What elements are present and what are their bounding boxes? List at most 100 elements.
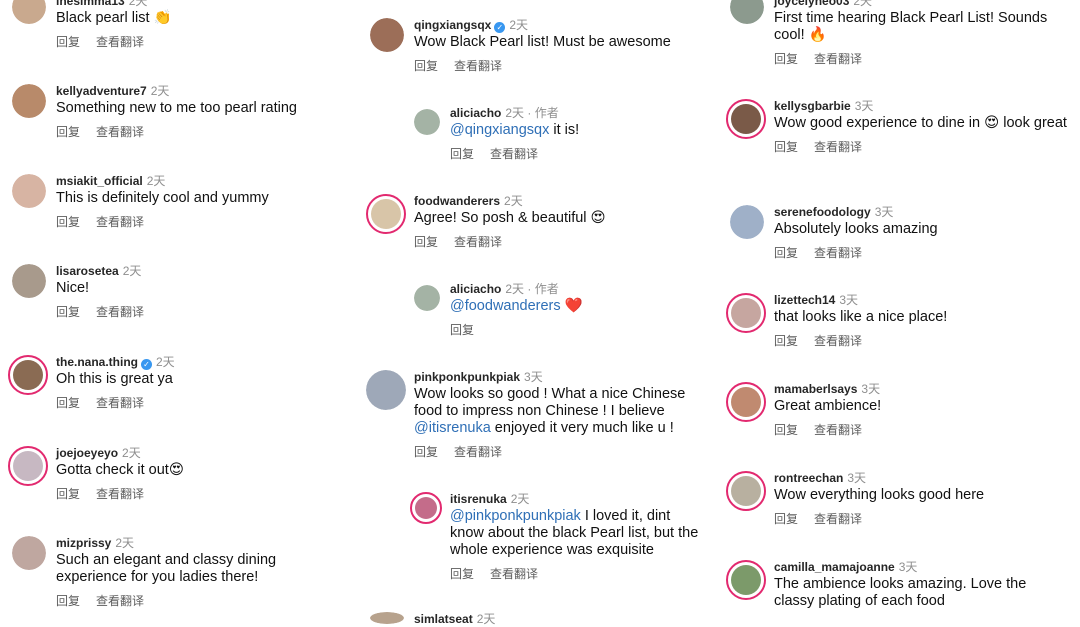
reply-button[interactable]: 回复 <box>774 334 798 348</box>
reply-button[interactable]: 回复 <box>414 235 438 249</box>
reply-button[interactable]: 回复 <box>450 147 474 161</box>
translate-button[interactable]: 查看翻译 <box>96 35 144 49</box>
username[interactable]: msiakit_official <box>56 174 143 188</box>
username[interactable]: aliciacho <box>450 106 501 120</box>
avatar[interactable] <box>726 560 766 600</box>
translate-button[interactable]: 查看翻译 <box>96 594 144 608</box>
reply-button[interactable]: 回复 <box>56 215 80 229</box>
avatar[interactable] <box>414 109 440 135</box>
username[interactable]: serenefoodology <box>774 205 871 219</box>
username[interactable]: lizettech14 <box>774 293 835 307</box>
translate-button[interactable]: 查看翻译 <box>490 147 538 161</box>
translate-button[interactable]: 查看翻译 <box>454 235 502 249</box>
comment-text: Nice! <box>56 280 90 296</box>
reply-button[interactable]: 回复 <box>450 323 474 337</box>
timestamp: 2天 <box>128 0 148 8</box>
reply-button[interactable]: 回复 <box>56 125 80 139</box>
username[interactable]: the.nana.thing <box>56 355 138 369</box>
avatar[interactable] <box>730 205 764 239</box>
translate-button[interactable]: 查看翻译 <box>96 396 144 410</box>
username[interactable]: joycelyneo03 <box>774 0 849 8</box>
reply-button[interactable]: 回复 <box>774 140 798 154</box>
avatar[interactable] <box>726 382 766 422</box>
timestamp: 2天 <box>122 446 141 460</box>
username[interactable]: pinkponkpunkpiak <box>414 370 520 384</box>
comment-text-part1: Wow looks so good ! What a nice Chinese … <box>414 386 686 419</box>
reply-button[interactable]: 回复 <box>450 567 474 581</box>
username[interactable]: rontreechan <box>774 471 843 485</box>
avatar[interactable] <box>410 492 442 524</box>
avatar-photo <box>371 199 401 229</box>
translate-button[interactable]: 查看翻译 <box>490 567 538 581</box>
username[interactable]: itisrenuka <box>450 492 507 506</box>
translate-button[interactable]: 查看翻译 <box>96 487 144 501</box>
avatar[interactable] <box>12 536 46 570</box>
avatar[interactable] <box>8 446 48 486</box>
translate-button[interactable]: 查看翻译 <box>814 140 862 154</box>
avatar[interactable] <box>12 84 46 118</box>
reply-button[interactable]: 回复 <box>774 52 798 66</box>
avatar[interactable] <box>726 293 766 333</box>
avatar-photo <box>13 360 43 390</box>
translate-button[interactable]: 查看翻译 <box>96 305 144 319</box>
username[interactable]: joejoeyeyo <box>56 446 118 460</box>
reply-button[interactable]: 回复 <box>774 512 798 526</box>
comment-text: Great ambience! <box>774 398 882 414</box>
timestamp: 3天 <box>524 370 543 384</box>
reply-button[interactable]: 回复 <box>56 594 80 608</box>
avatar-photo <box>415 497 437 519</box>
translate-button[interactable]: 查看翻译 <box>814 334 862 348</box>
reply-button[interactable]: 回复 <box>56 487 80 501</box>
mention-link[interactable]: @itisrenuka <box>414 420 491 436</box>
avatar[interactable] <box>12 264 46 298</box>
translate-button[interactable]: 查看翻译 <box>454 59 502 73</box>
reply-button[interactable]: 回复 <box>774 246 798 260</box>
mention-link[interactable]: @foodwanderers <box>450 298 561 314</box>
translate-button[interactable]: 查看翻译 <box>814 512 862 526</box>
translate-button[interactable]: 查看翻译 <box>814 246 862 260</box>
avatar[interactable] <box>366 194 406 234</box>
timestamp: 2天 <box>156 355 175 369</box>
avatar[interactable] <box>12 174 46 208</box>
username[interactable]: kellyadventure7 <box>56 84 147 98</box>
translate-button[interactable]: 查看翻译 <box>454 445 502 459</box>
timestamp: 2天 <box>150 84 170 98</box>
timestamp: 2天 <box>122 264 142 278</box>
avatar[interactable] <box>366 370 406 410</box>
mention-link[interactable]: @pinkponkpunkpiak <box>450 508 581 524</box>
avatar-photo <box>12 0 46 24</box>
reply-button[interactable]: 回复 <box>414 59 438 73</box>
username[interactable]: lisarosetea <box>56 264 119 278</box>
avatar[interactable] <box>370 18 404 52</box>
reply-button[interactable]: 回复 <box>56 396 80 410</box>
avatar[interactable] <box>12 0 46 24</box>
avatar[interactable] <box>8 355 48 395</box>
username[interactable]: camilla_mamajoanne <box>774 560 895 574</box>
username[interactable]: kellysgbarbie <box>774 99 851 113</box>
avatar[interactable] <box>726 471 766 511</box>
comment-text: Wow good experience to dine in 😍 look gr… <box>774 115 1067 131</box>
username[interactable]: aliciacho <box>450 282 501 296</box>
username[interactable]: mamaberlsays <box>774 382 857 396</box>
avatar[interactable] <box>414 285 440 311</box>
translate-button[interactable]: 查看翻译 <box>814 423 862 437</box>
translate-button[interactable]: 查看翻译 <box>814 52 862 66</box>
avatar[interactable] <box>730 0 764 24</box>
comment-text: Gotta check it out😍 <box>56 462 184 478</box>
username[interactable]: mizprissy <box>56 536 111 550</box>
reply-button[interactable]: 回复 <box>774 423 798 437</box>
translate-button[interactable]: 查看翻译 <box>96 215 144 229</box>
reply-button[interactable]: 回复 <box>56 305 80 319</box>
avatar-photo <box>370 18 404 52</box>
comments-column-middle: qingxiangsqx ✓ 2天 Wow Black Pearl list! Mu… <box>366 0 710 626</box>
avatar[interactable] <box>726 99 766 139</box>
mention-link[interactable]: @qingxiangsqx <box>450 122 549 138</box>
reply-button[interactable]: 回复 <box>414 445 438 459</box>
avatar[interactable] <box>370 612 404 624</box>
username[interactable]: qingxiangsqx <box>414 18 491 32</box>
username[interactable]: inesimma13 <box>56 0 125 8</box>
reply-button[interactable]: 回复 <box>56 35 80 49</box>
username[interactable]: foodwanderers <box>414 194 500 208</box>
translate-button[interactable]: 查看翻译 <box>96 125 144 139</box>
timestamp: 3天 <box>898 560 918 574</box>
